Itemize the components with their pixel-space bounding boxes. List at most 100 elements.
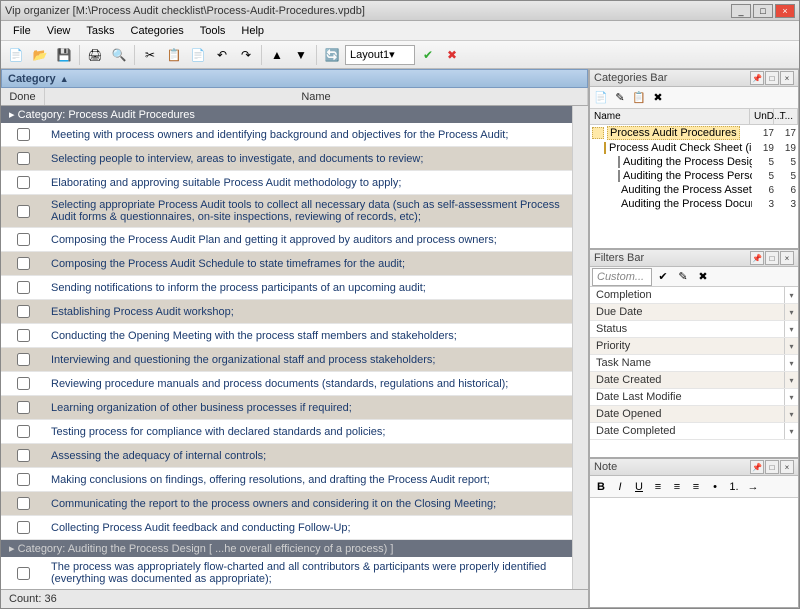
toolbar-down-icon[interactable]: ▼: [290, 44, 312, 66]
filter-edit-icon[interactable]: ✎: [674, 268, 692, 286]
note-align-left-icon[interactable]: ≡: [649, 478, 667, 496]
task-checkbox[interactable]: [17, 401, 30, 414]
task-row[interactable]: Interviewing and questioning the organiz…: [1, 348, 572, 372]
dropdown-icon[interactable]: ▾: [784, 355, 798, 371]
filter-row[interactable]: Priority▾: [590, 338, 798, 355]
note-align-center-icon[interactable]: ≡: [668, 478, 686, 496]
task-row[interactable]: Testing process for compliance with decl…: [1, 420, 572, 444]
dropdown-icon[interactable]: ▾: [784, 304, 798, 320]
task-checkbox[interactable]: [17, 257, 30, 270]
toolbar-cut-icon[interactable]: ✂: [139, 44, 161, 66]
toolbar-print-icon[interactable]: 🖨: [84, 44, 106, 66]
task-checkbox[interactable]: [17, 449, 30, 462]
task-checkbox[interactable]: [17, 152, 30, 165]
toolbar-check-icon[interactable]: ✔: [417, 44, 439, 66]
category-row[interactable]: ▸ Category: Process Audit Procedures: [1, 106, 572, 123]
col-name[interactable]: Name: [45, 88, 588, 105]
filter-clear-icon[interactable]: ✖: [694, 268, 712, 286]
task-row[interactable]: Communicating the report to the process …: [1, 492, 572, 516]
task-checkbox[interactable]: [17, 128, 30, 141]
dropdown-icon[interactable]: ▾: [784, 406, 798, 422]
toolbar-redo-icon[interactable]: ↷: [235, 44, 257, 66]
tree-col-undone[interactable]: UnD...: [750, 109, 774, 124]
panel-pin-icon[interactable]: 📌: [750, 460, 764, 474]
task-row[interactable]: Composing the Process Audit Plan and get…: [1, 228, 572, 252]
note-numbers-icon[interactable]: 1.: [725, 478, 743, 496]
filter-row[interactable]: Date Opened▾: [590, 406, 798, 423]
task-checkbox[interactable]: [17, 205, 30, 218]
dropdown-icon[interactable]: ▾: [784, 423, 798, 439]
task-row[interactable]: Reviewing procedure manuals and process …: [1, 372, 572, 396]
task-row[interactable]: Elaborating and approving suitable Proce…: [1, 171, 572, 195]
tree-row[interactable]: Auditing the Process Documentation33: [590, 197, 798, 211]
note-bold-icon[interactable]: B: [592, 478, 610, 496]
menu-tools[interactable]: Tools: [192, 23, 234, 39]
category-row[interactable]: ▸ Category: Auditing the Process Design …: [1, 540, 572, 557]
menu-tasks[interactable]: Tasks: [78, 23, 122, 39]
panel-close-icon[interactable]: ×: [780, 251, 794, 265]
cat-del-icon[interactable]: ✖: [649, 89, 667, 107]
panel-pin-icon[interactable]: 📌: [750, 71, 764, 85]
filter-row[interactable]: Date Completed▾: [590, 423, 798, 440]
toolbar-paste-icon[interactable]: 📄: [187, 44, 209, 66]
menu-file[interactable]: File: [5, 23, 39, 39]
tree-row[interactable]: Auditing the Process Personnel55: [590, 169, 798, 183]
filter-row[interactable]: Task Name▾: [590, 355, 798, 372]
dropdown-icon[interactable]: ▾: [784, 338, 798, 354]
note-indent-icon[interactable]: →: [744, 478, 762, 496]
filter-apply-icon[interactable]: ✔: [654, 268, 672, 286]
task-row[interactable]: Establishing Process Audit workshop;: [1, 300, 572, 324]
menu-categories[interactable]: Categories: [123, 23, 192, 39]
menu-help[interactable]: Help: [233, 23, 272, 39]
panel-close-icon[interactable]: ×: [780, 460, 794, 474]
task-row[interactable]: Conducting the Opening Meeting with the …: [1, 324, 572, 348]
task-checkbox[interactable]: [17, 567, 30, 580]
task-row[interactable]: Learning organization of other business …: [1, 396, 572, 420]
toolbar-delete-icon[interactable]: ✖: [441, 44, 463, 66]
close-button[interactable]: ×: [775, 4, 795, 18]
task-row[interactable]: Assessing the adequacy of internal contr…: [1, 444, 572, 468]
toolbar-undo-icon[interactable]: ↶: [211, 44, 233, 66]
cat-edit-icon[interactable]: ✎: [611, 89, 629, 107]
task-row[interactable]: Selecting appropriate Process Audit tool…: [1, 195, 572, 228]
filter-row[interactable]: Due Date▾: [590, 304, 798, 321]
task-checkbox[interactable]: [17, 473, 30, 486]
task-checkbox[interactable]: [17, 497, 30, 510]
filter-preset-combo[interactable]: Custom...: [592, 268, 652, 286]
task-row[interactable]: Sending notifications to inform the proc…: [1, 276, 572, 300]
toolbar-copy-icon[interactable]: 📋: [163, 44, 185, 66]
panel-max-icon[interactable]: □: [765, 460, 779, 474]
filter-row[interactable]: Date Last Modifie▾: [590, 389, 798, 406]
toolbar-new-icon[interactable]: 📄: [5, 44, 27, 66]
panel-pin-icon[interactable]: 📌: [750, 251, 764, 265]
dropdown-icon[interactable]: ▾: [784, 389, 798, 405]
task-checkbox[interactable]: [17, 353, 30, 366]
task-checkbox[interactable]: [17, 377, 30, 390]
toolbar-preview-icon[interactable]: 🔍: [108, 44, 130, 66]
dropdown-icon[interactable]: ▾: [784, 287, 798, 303]
panel-close-icon[interactable]: ×: [780, 71, 794, 85]
dropdown-icon[interactable]: ▾: [784, 321, 798, 337]
filter-row[interactable]: Date Created▾: [590, 372, 798, 389]
task-checkbox[interactable]: [17, 233, 30, 246]
toolbar-open-icon[interactable]: 📂: [29, 44, 51, 66]
maximize-button[interactable]: □: [753, 4, 773, 18]
task-row[interactable]: Making conclusions on findings, offering…: [1, 468, 572, 492]
note-align-right-icon[interactable]: ≡: [687, 478, 705, 496]
task-checkbox[interactable]: [17, 176, 30, 189]
note-italic-icon[interactable]: I: [611, 478, 629, 496]
scrollbar[interactable]: [572, 106, 588, 589]
dropdown-icon[interactable]: ▾: [784, 372, 798, 388]
note-underline-icon[interactable]: U: [630, 478, 648, 496]
cat-paste-icon[interactable]: 📋: [630, 89, 648, 107]
toolbar-up-icon[interactable]: ▲: [266, 44, 288, 66]
tree-row[interactable]: Process Audit Check Sheet (inspecting th…: [590, 141, 798, 155]
tree-col-total[interactable]: T...: [774, 109, 798, 124]
minimize-button[interactable]: _: [731, 4, 751, 18]
task-row[interactable]: Selecting people to interview, areas to …: [1, 147, 572, 171]
task-checkbox[interactable]: [17, 425, 30, 438]
task-row[interactable]: The process was appropriately flow-chart…: [1, 557, 572, 589]
task-row[interactable]: Composing the Process Audit Schedule to …: [1, 252, 572, 276]
tree-row[interactable]: Process Audit Procedures1717: [590, 125, 798, 141]
task-checkbox[interactable]: [17, 329, 30, 342]
